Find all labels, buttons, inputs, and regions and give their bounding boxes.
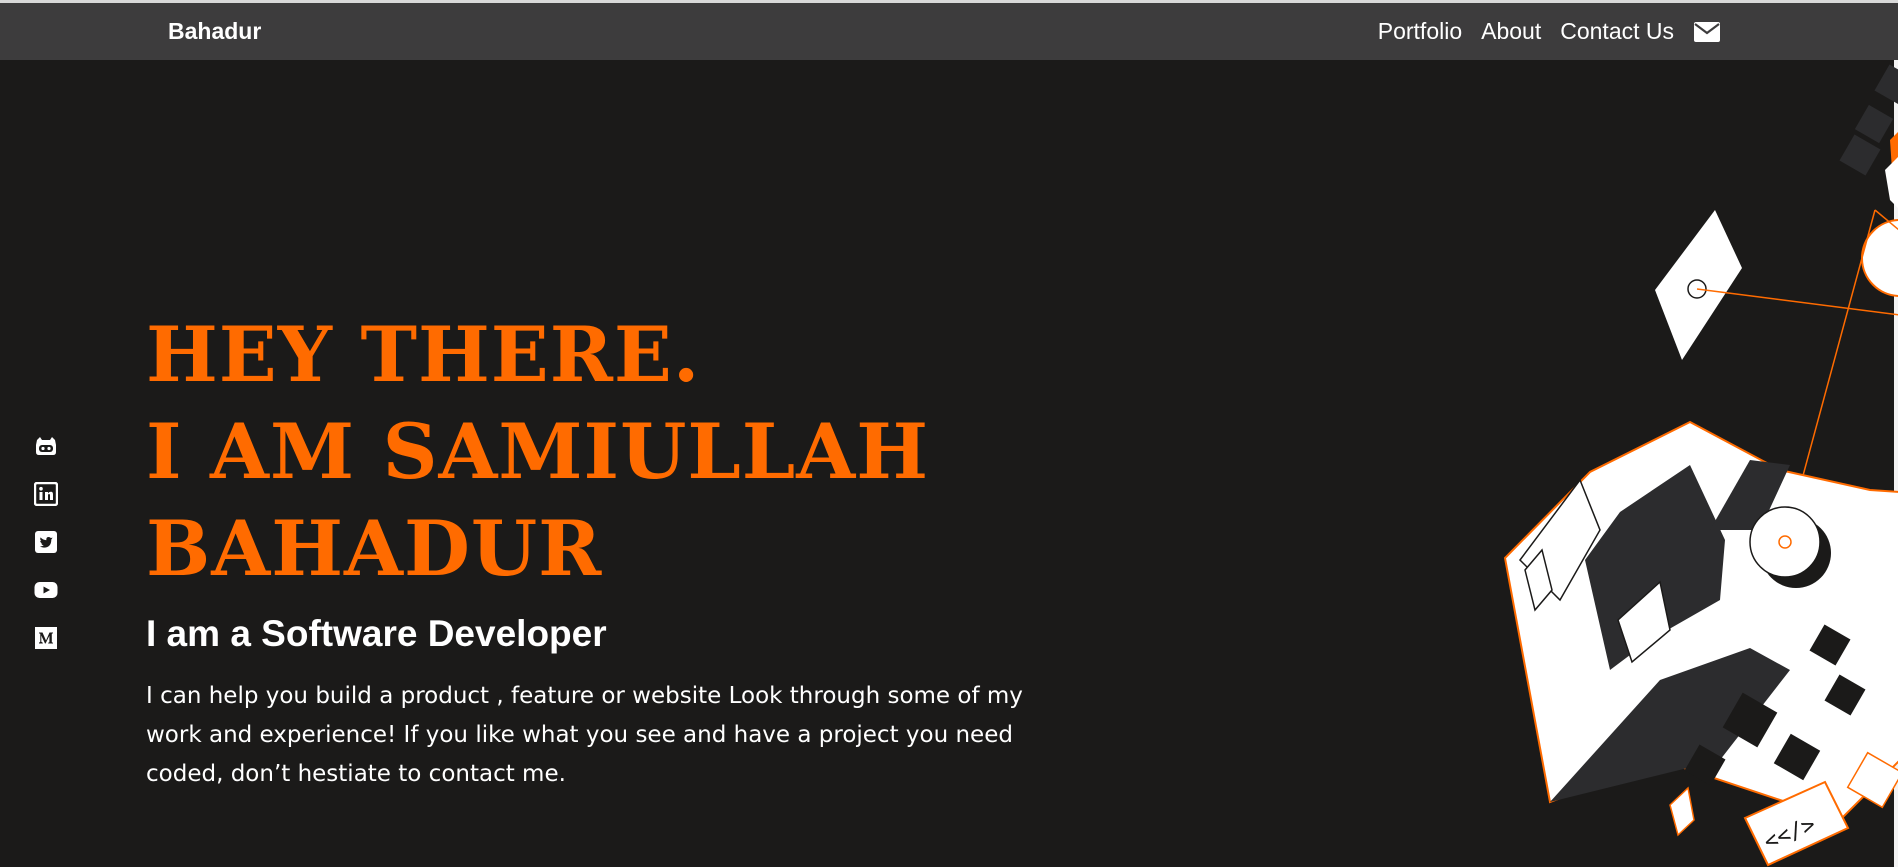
social-links [34,434,60,674]
nav-link-about[interactable]: About [1481,18,1541,45]
youtube-icon[interactable] [34,578,58,602]
github-icon[interactable] [34,434,58,458]
hero-headline: HEY THERE. I AM SAMIULLAH BAHADUR [146,306,1076,597]
medium-icon[interactable] [34,626,58,650]
hero-description: I can help you build a product , feature… [146,683,1023,787]
nav-link-contact[interactable]: Contact Us [1560,18,1674,45]
envelope-icon[interactable] [1694,21,1720,42]
navbar: Bahadur Portfolio About Contact Us [0,3,1898,60]
headline-line-3: BAHADUR [146,504,603,593]
linkedin-icon[interactable] [34,482,58,506]
headline-line-1: HEY THERE. [146,310,701,399]
hero-section: HEY THERE. I AM SAMIULLAH BAHADUR I am a… [146,306,1076,794]
developer-illustration: <</> [1503,64,1898,867]
headline-line-2: I AM SAMIULLAH [146,407,930,496]
brand-logo[interactable]: Bahadur [168,18,261,45]
twitter-icon[interactable] [34,530,58,554]
nav-links: Portfolio About Contact Us [1359,18,1720,45]
nav-link-portfolio[interactable]: Portfolio [1378,18,1462,45]
hero-subtitle: I am a Software Developer [146,613,607,654]
